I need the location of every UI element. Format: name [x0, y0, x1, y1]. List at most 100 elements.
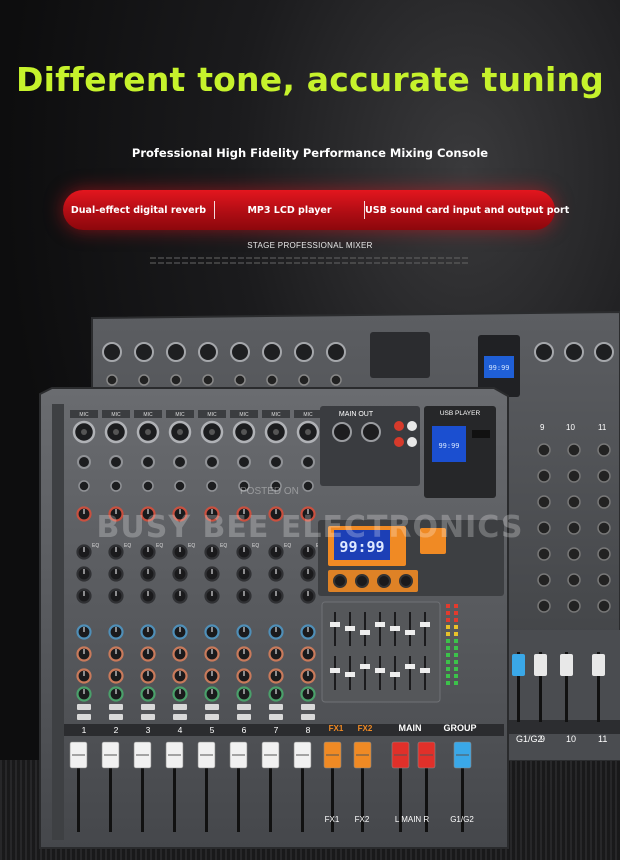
xlr-pin — [81, 429, 87, 435]
back-knob — [537, 495, 551, 509]
meter-led — [454, 625, 458, 629]
back-knob — [597, 495, 611, 509]
solo-button — [205, 714, 219, 720]
back-knob — [537, 573, 551, 587]
back-knob — [567, 573, 581, 587]
meter-led — [446, 604, 450, 608]
mute-button — [269, 704, 283, 710]
mic-label: MIC — [303, 412, 313, 418]
line-input-jack — [173, 455, 187, 469]
geq-track — [424, 612, 426, 646]
meter-led — [454, 681, 458, 685]
mute-button — [141, 704, 155, 710]
fx2-top-label: FX2 — [358, 724, 373, 733]
meter-led — [446, 611, 450, 615]
meter-led — [446, 667, 450, 671]
back-xlr-jack — [134, 342, 154, 362]
mute-button — [301, 704, 315, 710]
back-xlr-jack — [166, 342, 186, 362]
line-input-jack — [141, 455, 155, 469]
channel-number: 6 — [242, 725, 247, 735]
fx-knob — [377, 574, 391, 588]
back-knob — [567, 547, 581, 561]
back-fader-cap — [560, 654, 573, 676]
back-knob — [597, 469, 611, 483]
main-out-label: MAIN OUT — [339, 411, 374, 418]
geq-slider — [375, 622, 385, 627]
geq-track — [409, 656, 411, 690]
back-line-jack — [202, 374, 214, 386]
back-strip-11: 11 — [598, 423, 607, 432]
back-knob — [567, 495, 581, 509]
back-knob — [537, 443, 551, 457]
solo-button — [237, 714, 251, 720]
channel-number: 7 — [274, 725, 279, 735]
meter-led — [446, 674, 450, 678]
mic-label: MIC — [79, 412, 89, 418]
solo-button — [77, 714, 91, 720]
insert-jack — [302, 480, 314, 492]
mic-label: MIC — [239, 412, 249, 418]
back-line-jack — [234, 374, 246, 386]
mic-label: MIC — [111, 412, 121, 418]
mute-button — [109, 704, 123, 710]
back-knob — [537, 547, 551, 561]
back-fader-cap — [592, 654, 605, 676]
mixer-illustration: 99:99 G1/G2 9 10 11 9 10 11 MIC EQ MIC EQ MI… — [39, 310, 620, 849]
back-strip-10: 10 — [566, 423, 575, 432]
mic-label: MIC — [175, 412, 185, 418]
eq-label: EQ — [156, 543, 163, 549]
back-channel-11: 11 — [598, 734, 607, 744]
back-xlr-jack — [594, 342, 614, 362]
solo-button — [173, 714, 187, 720]
geq-slider — [330, 668, 340, 673]
main-label: MAIN — [399, 723, 422, 733]
meter-led — [454, 618, 458, 622]
solo-button — [301, 714, 315, 720]
solo-button — [269, 714, 283, 720]
geq-track — [364, 656, 366, 690]
channel-number: 2 — [114, 725, 119, 735]
back-knob — [537, 599, 551, 613]
geq-slider — [345, 672, 355, 677]
meter-led — [446, 660, 450, 664]
back-fader-cap — [512, 654, 525, 676]
back-line-jack — [106, 374, 118, 386]
xlr-pin — [145, 429, 151, 435]
fx-knob — [399, 574, 413, 588]
back-xlr-jack — [326, 342, 346, 362]
back-strip-9: 9 — [540, 423, 545, 432]
back-knob — [597, 443, 611, 457]
usb-lcd-text: 99:99 — [438, 442, 459, 450]
channel-number: 8 — [306, 725, 311, 735]
back-knob — [597, 521, 611, 535]
channel-number: 5 — [210, 725, 215, 735]
back-xlr-jack — [534, 342, 554, 362]
back-knob — [567, 521, 581, 535]
line-input-jack — [205, 455, 219, 469]
meter-led — [446, 681, 450, 685]
geq-slider — [375, 668, 385, 673]
channel-label-bar — [64, 724, 504, 736]
xlr-pin — [113, 429, 119, 435]
mute-button — [77, 704, 91, 710]
mic-label: MIC — [207, 412, 217, 418]
solo-button — [141, 714, 155, 720]
back-line-jack — [138, 374, 150, 386]
back-xlr-jack — [294, 342, 314, 362]
meter-led — [446, 632, 450, 636]
mic-label: MIC — [271, 412, 281, 418]
back-knob — [567, 443, 581, 457]
back-line-jack — [298, 374, 310, 386]
geq-slider — [360, 630, 370, 635]
meter-led — [446, 646, 450, 650]
back-lcd-text: 99:99 — [488, 364, 509, 372]
back-channel-9: 9 — [540, 734, 545, 744]
meter-led — [454, 674, 458, 678]
back-channel-10: 10 — [566, 734, 576, 744]
xlr-pin — [273, 429, 279, 435]
geq-slider — [420, 622, 430, 627]
meter-led — [446, 625, 450, 629]
meter-led — [454, 611, 458, 615]
line-input-jack — [109, 455, 123, 469]
